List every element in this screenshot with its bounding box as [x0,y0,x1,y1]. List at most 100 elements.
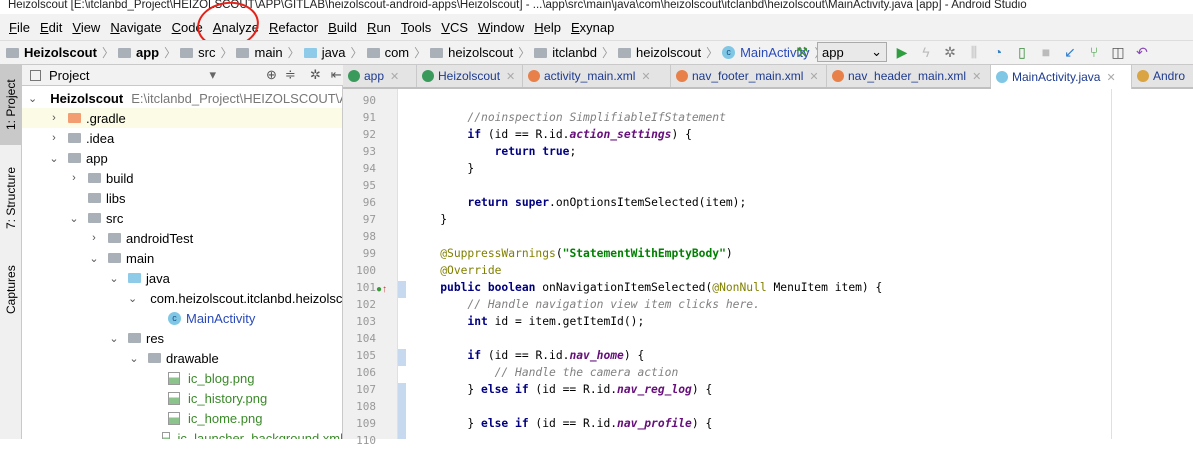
breadcrumb-item[interactable]: java 〉 [303,44,367,61]
menu-run[interactable]: Run [362,20,396,35]
menu-refactor[interactable]: Refactor [264,20,323,35]
tree-item[interactable]: libs [22,188,342,208]
menu-view[interactable]: View [67,20,105,35]
chevron-down-icon[interactable]: ⌄ [108,272,120,285]
menu-window[interactable]: Window [473,20,529,35]
chevron-down-icon[interactable]: ⌄ [68,212,80,225]
vcs-update-icon[interactable]: ↙ [1061,43,1079,61]
tree-item[interactable]: ⌄ Heizolscout E:\itclanbd_Project\HEIZOLSC… [22,88,342,108]
tab-heizolscout[interactable]: Heizolscout ✕ [417,65,523,87]
attach-debugger-icon[interactable]: ⫼ [965,43,983,61]
stop-icon[interactable]: ■ [1037,43,1055,61]
tree-item[interactable]: ic_blog.png [22,368,342,388]
menu-build[interactable]: Build [323,20,362,35]
apply-changes-icon[interactable]: ϟ [917,43,935,61]
breadcrumb-item[interactable]: Heizolscout 〉 [6,44,118,61]
tree-item[interactable]: ic_launcher_background.xml [22,428,342,439]
menu-exynap[interactable]: Exynap [566,20,619,35]
close-icon[interactable]: ✕ [390,70,399,83]
code-token: ( [555,247,563,260]
tree-item[interactable]: ⌄ com.heizolscout.itclanbd.heizolscout [22,288,342,308]
breadcrumb-item[interactable]: itclanbd 〉 [534,44,618,61]
vcs-history-icon[interactable]: ◫ [1109,43,1127,61]
breadcrumb-item[interactable]: app 〉 [117,44,180,61]
breadcrumb-item[interactable]: src 〉 [180,44,236,61]
chevron-down-icon[interactable]: ⌄ [108,332,120,345]
file-type-icon [832,70,844,82]
side-tab-captures[interactable]: Captures [0,255,22,325]
code-token: int [467,315,488,328]
chevron-right-icon[interactable]: › [88,232,100,244]
tree-item[interactable]: › androidTest [22,228,342,248]
tab-nav-footer-main-xml[interactable]: nav_footer_main.xml ✕ [671,65,827,87]
tree-item[interactable]: ic_home.png [22,408,342,428]
implements-marker-icon[interactable]: ●↑ [376,284,387,295]
vcs-commit-icon[interactable]: ⑂ [1085,43,1103,61]
side-tab-structure[interactable]: 7: Structure [0,157,22,239]
revert-icon[interactable]: ↶ [1133,43,1151,61]
tab-app[interactable]: app ✕ [343,65,417,87]
close-icon[interactable]: ✕ [1106,71,1115,84]
scroll-from-source-icon[interactable]: ⊕ [266,67,277,83]
run-tests-icon[interactable]: ▯ [1013,43,1031,61]
menu-edit[interactable]: Edit [35,20,67,35]
view-dropdown-icon[interactable]: ▾ [209,67,216,83]
code-token: onNavigationItemSelected( [535,281,713,294]
menu-help[interactable]: Help [529,20,566,35]
side-tab-project[interactable]: 1: Project [0,65,22,145]
breadcrumb-item[interactable]: heizolscout 〉 [430,44,534,61]
chevron-down-icon[interactable]: ⌄ [128,352,140,365]
tab-nav-header-main-xml[interactable]: nav_header_main.xml ✕ [827,65,991,87]
chevron-down-icon[interactable]: ⌄ [88,252,100,265]
tree-item[interactable]: › build [22,168,342,188]
tree-item[interactable]: › .idea [22,128,342,148]
tab-andro[interactable]: Andro [1132,65,1193,87]
tree-item[interactable]: ⌄ main [22,248,342,268]
image-file-icon [168,411,180,425]
chevron-down-icon[interactable]: ⌄ [28,92,37,105]
editor-tabs: app ✕ Heizolscout ✕ activity_main.xml ✕ nav_fo… [343,65,1193,89]
build-hammer-icon[interactable]: ⚒ [793,43,811,61]
chevron-right-icon: 〉 [602,46,615,60]
code-token: (id == R.id. [481,349,570,362]
run-config-select[interactable]: app ⌄ [817,42,887,62]
tree-item[interactable]: ⌄ java [22,268,342,288]
chevron-right-icon[interactable]: › [68,172,80,184]
tree-item-label: src [106,210,124,226]
tree-item[interactable]: c MainActivity [22,308,342,328]
chevron-down-icon[interactable]: ⌄ [48,152,60,165]
close-icon[interactable]: ✕ [506,70,515,83]
run-icon[interactable]: ▶ [893,43,911,61]
chevron-right-icon[interactable]: › [48,132,60,144]
close-icon[interactable]: ✕ [809,70,818,83]
breadcrumb-item[interactable]: heizolscout 〉 [618,44,722,61]
tab-activity-main-xml[interactable]: activity_main.xml ✕ [523,65,671,87]
settings-gear-icon[interactable]: ✲ [310,67,321,83]
collapse-all-icon[interactable]: ≑ [285,67,296,83]
debug-icon[interactable]: ✲ [941,43,959,61]
close-icon[interactable]: ✕ [641,70,650,83]
project-panel-title[interactable]: Project [49,68,89,83]
close-icon[interactable]: ✕ [972,70,981,83]
code-token: ) { [691,417,713,430]
chevron-down-icon[interactable]: ⌄ [128,292,137,305]
tree-item[interactable]: ⌄ src [22,208,342,228]
code-editor[interactable]: 90 91 //noinspection SimplifiableIfStatem… [343,89,1193,447]
profile-icon[interactable]: ◔ [989,43,1007,61]
breadcrumb-item[interactable]: com 〉 [366,44,431,61]
breadcrumb-item[interactable]: main 〉 [236,44,303,61]
menu-file[interactable]: File [4,20,35,35]
menu-vcs[interactable]: VCS [436,20,473,35]
tree-item[interactable]: ⌄ res [22,328,342,348]
hide-panel-icon[interactable]: ⇤ [331,67,342,83]
tab-mainactivity-java[interactable]: MainActivity.java ✕ [991,65,1132,89]
tree-item[interactable]: › .gradle [22,108,342,128]
chevron-right-icon: 〉 [350,46,363,60]
chevron-right-icon[interactable]: › [48,112,60,124]
tree-item[interactable]: ic_history.png [22,388,342,408]
menu-navigate[interactable]: Navigate [105,20,166,35]
tree-item[interactable]: ⌄ app [22,148,342,168]
tree-item[interactable]: ⌄ drawable [22,348,342,368]
code-line: 91 //noinspection SimplifiableIfStatemen… [343,109,1193,126]
menu-tools[interactable]: Tools [396,20,436,35]
